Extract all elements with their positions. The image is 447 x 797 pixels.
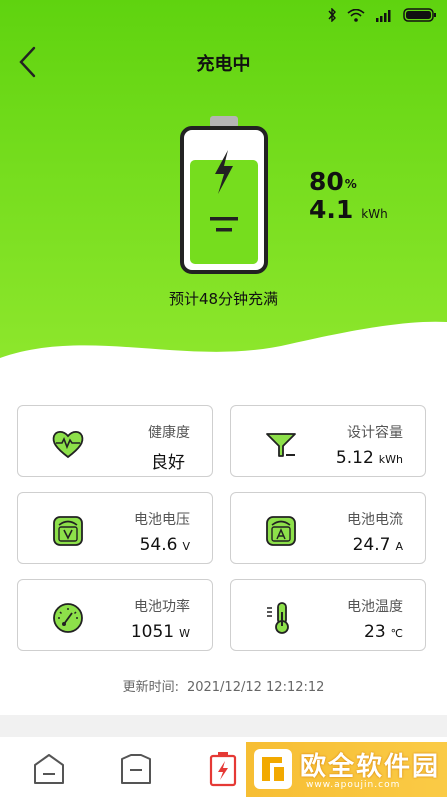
card-value: 54.6 V: [139, 535, 190, 555]
status-battery-icon: [403, 8, 436, 22]
home-icon[interactable]: [32, 751, 66, 787]
header: 充电中: [0, 40, 447, 84]
percent-unit: %: [344, 177, 357, 191]
battery-graphic: [180, 116, 268, 274]
status-bar: [0, 0, 447, 30]
card-value: 23 ℃: [364, 622, 403, 642]
update-value: 2021/12/12 12:12:12: [186, 680, 325, 695]
card-value: 良好: [151, 453, 185, 473]
percent-value: 80: [309, 167, 344, 196]
power-card[interactable]: 电池功率 1051 W: [17, 579, 213, 651]
voltage-card[interactable]: 电池电压 54.6 V: [17, 492, 213, 564]
wave-divider: [0, 321, 447, 375]
energy-value: 4.1: [309, 195, 354, 224]
page-title: 充电中: [196, 54, 251, 75]
energy-readout: 4.1 kWh: [309, 196, 388, 228]
card-value: 5.12 kWh: [335, 448, 403, 468]
heart-pulse-icon: [52, 430, 84, 459]
watermark-url: www.apoujin.com: [306, 780, 401, 790]
card-label: 电池电流: [347, 512, 403, 528]
wifi-icon: [347, 8, 365, 22]
battery-charging-icon[interactable]: [206, 751, 240, 787]
watermark: 欧全软件园 www.apoujin.com: [246, 742, 447, 797]
section-divider: [0, 715, 447, 737]
percent-readout: 80%: [309, 168, 388, 196]
current-card[interactable]: 电池电流 24.7 A: [230, 492, 426, 564]
card-label: 设计容量: [347, 425, 403, 441]
voltage-icon: [53, 516, 83, 546]
signal-icon: [376, 9, 391, 22]
card-value: 24.7 A: [352, 535, 403, 555]
update-label: 更新时间:: [122, 680, 179, 695]
card-label: 健康度: [148, 425, 190, 441]
capacity-card[interactable]: 设计容量 5.12 kWh: [230, 405, 426, 477]
update-time: 更新时间: 2021/12/12 12:12:12: [0, 676, 447, 695]
watermark-text: 欧全软件园: [300, 752, 441, 782]
health-card[interactable]: 健康度 良好: [17, 405, 213, 477]
temperature-card[interactable]: 电池温度 23 ℃: [230, 579, 426, 651]
charge-stats: 80% 4.1 kWh: [309, 168, 388, 228]
card-label: 电池功率: [134, 599, 190, 615]
card-label: 电池温度: [347, 599, 403, 615]
gauge-icon: [53, 603, 83, 633]
thermometer-icon: [267, 602, 289, 634]
energy-unit: kWh: [361, 207, 388, 221]
funnel-icon: [266, 433, 296, 457]
estimate-text: 预计48分钟充满: [168, 290, 279, 308]
card-value: 1051 W: [130, 622, 190, 642]
card-label: 电池电压: [134, 512, 190, 528]
bluetooth-icon: [328, 8, 336, 22]
watermark-logo: [254, 749, 292, 789]
current-icon: [266, 516, 296, 546]
device-icon[interactable]: [119, 751, 153, 787]
